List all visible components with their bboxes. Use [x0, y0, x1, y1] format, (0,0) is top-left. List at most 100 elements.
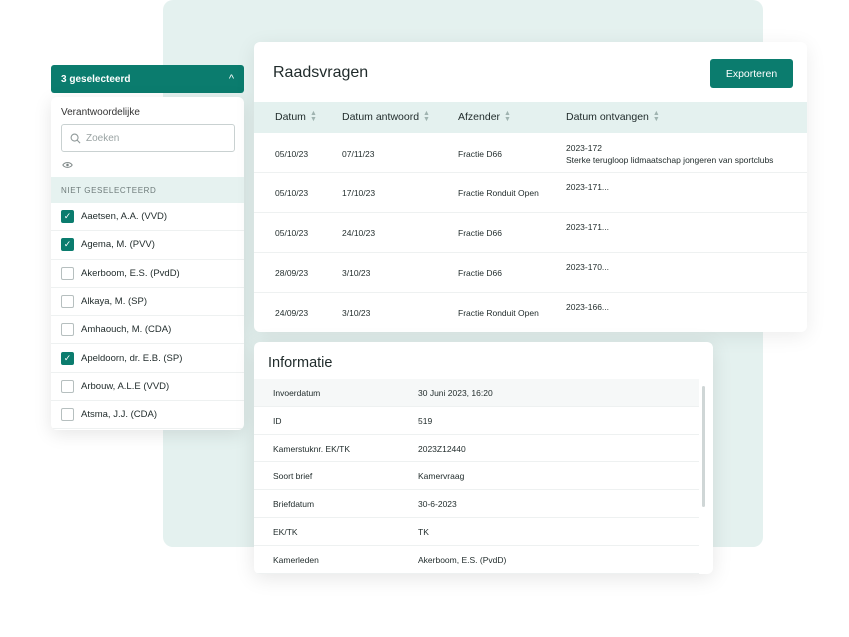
filter-search-box[interactable]: [61, 124, 235, 152]
checkbox[interactable]: [61, 408, 74, 422]
table-row[interactable]: 28/09/23 3/10/23 Fractie D66 2023-170...: [254, 253, 807, 293]
column-header-label: Datum: [275, 111, 306, 123]
filter-option[interactable]: Amhaouch, M. (CDA): [51, 316, 244, 345]
filter-option-label: Apeldoorn, dr. E.B. (SP): [81, 352, 183, 364]
info-value: TK: [418, 526, 429, 537]
info-row: Soort brief Kamervraag: [254, 462, 699, 491]
info-key: Invoerdatum: [273, 388, 321, 398]
column-header-label: Datum antwoord: [342, 111, 420, 123]
column-header-label: Datum ontvangen: [566, 111, 649, 123]
checkbox[interactable]: ✓: [61, 238, 74, 252]
sort-icon: ▲ ▼: [423, 110, 430, 123]
filter-option[interactable]: ✓ Apeldoorn, dr. E.B. (SP): [51, 344, 244, 373]
export-button[interactable]: Exporteren: [710, 59, 793, 88]
cell-datum-antwoord: 24/10/23: [342, 228, 376, 238]
informatie-card: Informatie Invoerdatum 30 Juni 2023, 16:…: [254, 342, 713, 574]
info-value: 519: [418, 415, 433, 426]
info-list: Invoerdatum 30 Juni 2023, 16:20 ID 519 K…: [254, 379, 699, 574]
scrollbar[interactable]: [702, 386, 705, 507]
filter-option-label: Aaetsen, A.A. (VVD): [81, 211, 168, 223]
raadsvragen-card: Raadsvragen Exporteren Datum ▲ ▼ Datum an…: [254, 42, 807, 332]
checkbox[interactable]: [61, 379, 74, 393]
column-header-label: Afzender: [458, 111, 501, 123]
cell-afzender: Fractie Ronduit Open: [458, 188, 539, 198]
info-row: Briefdatum 30-6-2023: [254, 490, 699, 518]
sort-icon: ▲ ▼: [504, 110, 511, 123]
info-key: Soort brief: [273, 471, 313, 482]
filter-option-label: Arbouw, A.L.E (VVD): [81, 380, 170, 392]
filter-search-input[interactable]: [86, 132, 226, 144]
checkbox[interactable]: [61, 295, 74, 309]
filter-dropdown-toggle[interactable]: 3 geselecteerd ^: [51, 65, 244, 93]
table-row[interactable]: 05/10/23 07/11/23 Fractie D66 2023-172 S…: [254, 133, 807, 173]
info-row: Invoerdatum 30 Juni 2023, 16:20: [254, 379, 699, 407]
info-row: EK/TK TK: [254, 518, 699, 546]
cell-datum: 24/09/23: [275, 308, 309, 318]
cell-datum: 05/10/23: [275, 188, 309, 198]
column-header-datum-antwoord[interactable]: Datum antwoord ▲ ▼: [342, 110, 430, 123]
info-key: Kamerstuknr. EK/TK: [273, 443, 350, 454]
cell-afzender: Fractie D66: [458, 268, 502, 278]
filter-option-label: Agema, M. (PVV): [81, 239, 155, 251]
filter-option[interactable]: Atsma, J.J. (CDA): [51, 401, 244, 430]
filter-option[interactable]: ✓ Agema, M. (PVV): [51, 231, 244, 260]
search-icon: [70, 133, 81, 143]
filter-option[interactable]: ✓ Aaetsen, A.A. (VVD): [51, 203, 244, 232]
info-key: Kamerleden: [273, 554, 319, 565]
table-header: Datum ▲ ▼ Datum antwoord ▲ ▼ Afzender ▲ ▼ D…: [254, 102, 807, 133]
column-header-datum[interactable]: Datum ▲ ▼: [275, 110, 317, 123]
cell-datum-ontvangen: 2023-166...: [566, 302, 610, 312]
eye-icon[interactable]: [62, 161, 73, 172]
checkbox[interactable]: [61, 323, 74, 337]
info-row: ID 519: [254, 407, 699, 435]
sort-icon: ▲ ▼: [652, 110, 660, 123]
info-value: 30 Juni 2023, 16:20: [418, 388, 493, 398]
section-header-niet-geselecteerd: NIET GESELECTEERD: [51, 177, 244, 203]
cell-afzender: Fractie Ronduit Open: [458, 308, 539, 318]
table-row[interactable]: 05/10/23 24/10/23 Fractie D66 2023-171..…: [254, 213, 807, 253]
table-row[interactable]: 05/10/23 17/10/23 Fractie Ronduit Open 2…: [254, 173, 807, 213]
column-header-datum-ontvangen[interactable]: Datum ontvangen ▲ ▼: [566, 110, 660, 123]
info-row: Kamerstuknr. EK/TK 2023Z12440: [254, 435, 699, 463]
cell-datum: 28/09/23: [275, 268, 309, 278]
sort-icon: ▲ ▼: [309, 110, 317, 123]
filter-option[interactable]: Arbouw, A.L.E (VVD): [51, 373, 244, 402]
info-value: Akerboom, E.S. (PvdD): [418, 554, 507, 565]
cell-onderwerp: Sterke terugloop lidmaatschap jongeren v…: [566, 155, 774, 165]
table-row[interactable]: 24/09/23 3/10/23 Fractie Ronduit Open 20…: [254, 293, 807, 332]
checkbox[interactable]: ✓: [61, 210, 74, 224]
cell-afzender: Fractie D66: [458, 228, 502, 238]
cell-datum-antwoord: 07/11/23: [342, 149, 375, 159]
cell-datum-ontvangen: 2023-171...: [566, 222, 610, 232]
info-key: EK/TK: [273, 526, 298, 537]
info-value: 30-6-2023: [418, 499, 457, 510]
filter-option-label: Akerboom, E.S. (PvdD): [81, 267, 180, 279]
cell-datum-antwoord: 3/10/23: [342, 268, 371, 278]
cell-datum: 05/10/23: [275, 149, 309, 159]
filter-option-list: ✓ Aaetsen, A.A. (VVD) ✓ Agema, M. (PVV) …: [51, 203, 244, 430]
filter-panel: Verantwoordelijke NIET GESELECTEERD ✓ Aa…: [51, 97, 244, 430]
info-value: 2023Z12440: [418, 443, 466, 454]
filter-option-label: Amhaouch, M. (CDA): [81, 324, 172, 336]
cell-datum-ontvangen: 2023-172: [566, 143, 602, 153]
info-row: Kamerleden Akerboom, E.S. (PvdD): [254, 546, 699, 574]
filter-label: Verantwoordelijke: [61, 107, 140, 118]
table-body: 05/10/23 07/11/23 Fractie D66 2023-172 S…: [254, 133, 807, 332]
section-title: Informatie: [268, 355, 333, 371]
chevron-up-icon: ^: [228, 73, 234, 85]
info-key: Briefdatum: [273, 499, 315, 510]
filter-option-label: Atsma, J.J. (CDA): [81, 409, 158, 421]
checkbox[interactable]: [61, 266, 74, 280]
filter-selected-count: 3 geselecteerd: [61, 73, 131, 85]
cell-datum-antwoord: 17/10/23: [342, 188, 376, 198]
cell-datum-antwoord: 3/10/23: [342, 308, 371, 318]
cell-datum-ontvangen: 2023-170...: [566, 262, 610, 272]
filter-option[interactable]: Akerboom, E.S. (PvdD): [51, 260, 244, 288]
checkbox[interactable]: ✓: [61, 351, 74, 365]
filter-option-label: Alkaya, M. (SP): [81, 296, 147, 308]
info-value: Kamervraag: [418, 471, 465, 482]
cell-afzender: Fractie D66: [458, 149, 502, 159]
filter-option[interactable]: Alkaya, M. (SP): [51, 288, 244, 317]
info-key: ID: [273, 415, 282, 426]
column-header-afzender[interactable]: Afzender ▲ ▼: [458, 110, 511, 123]
